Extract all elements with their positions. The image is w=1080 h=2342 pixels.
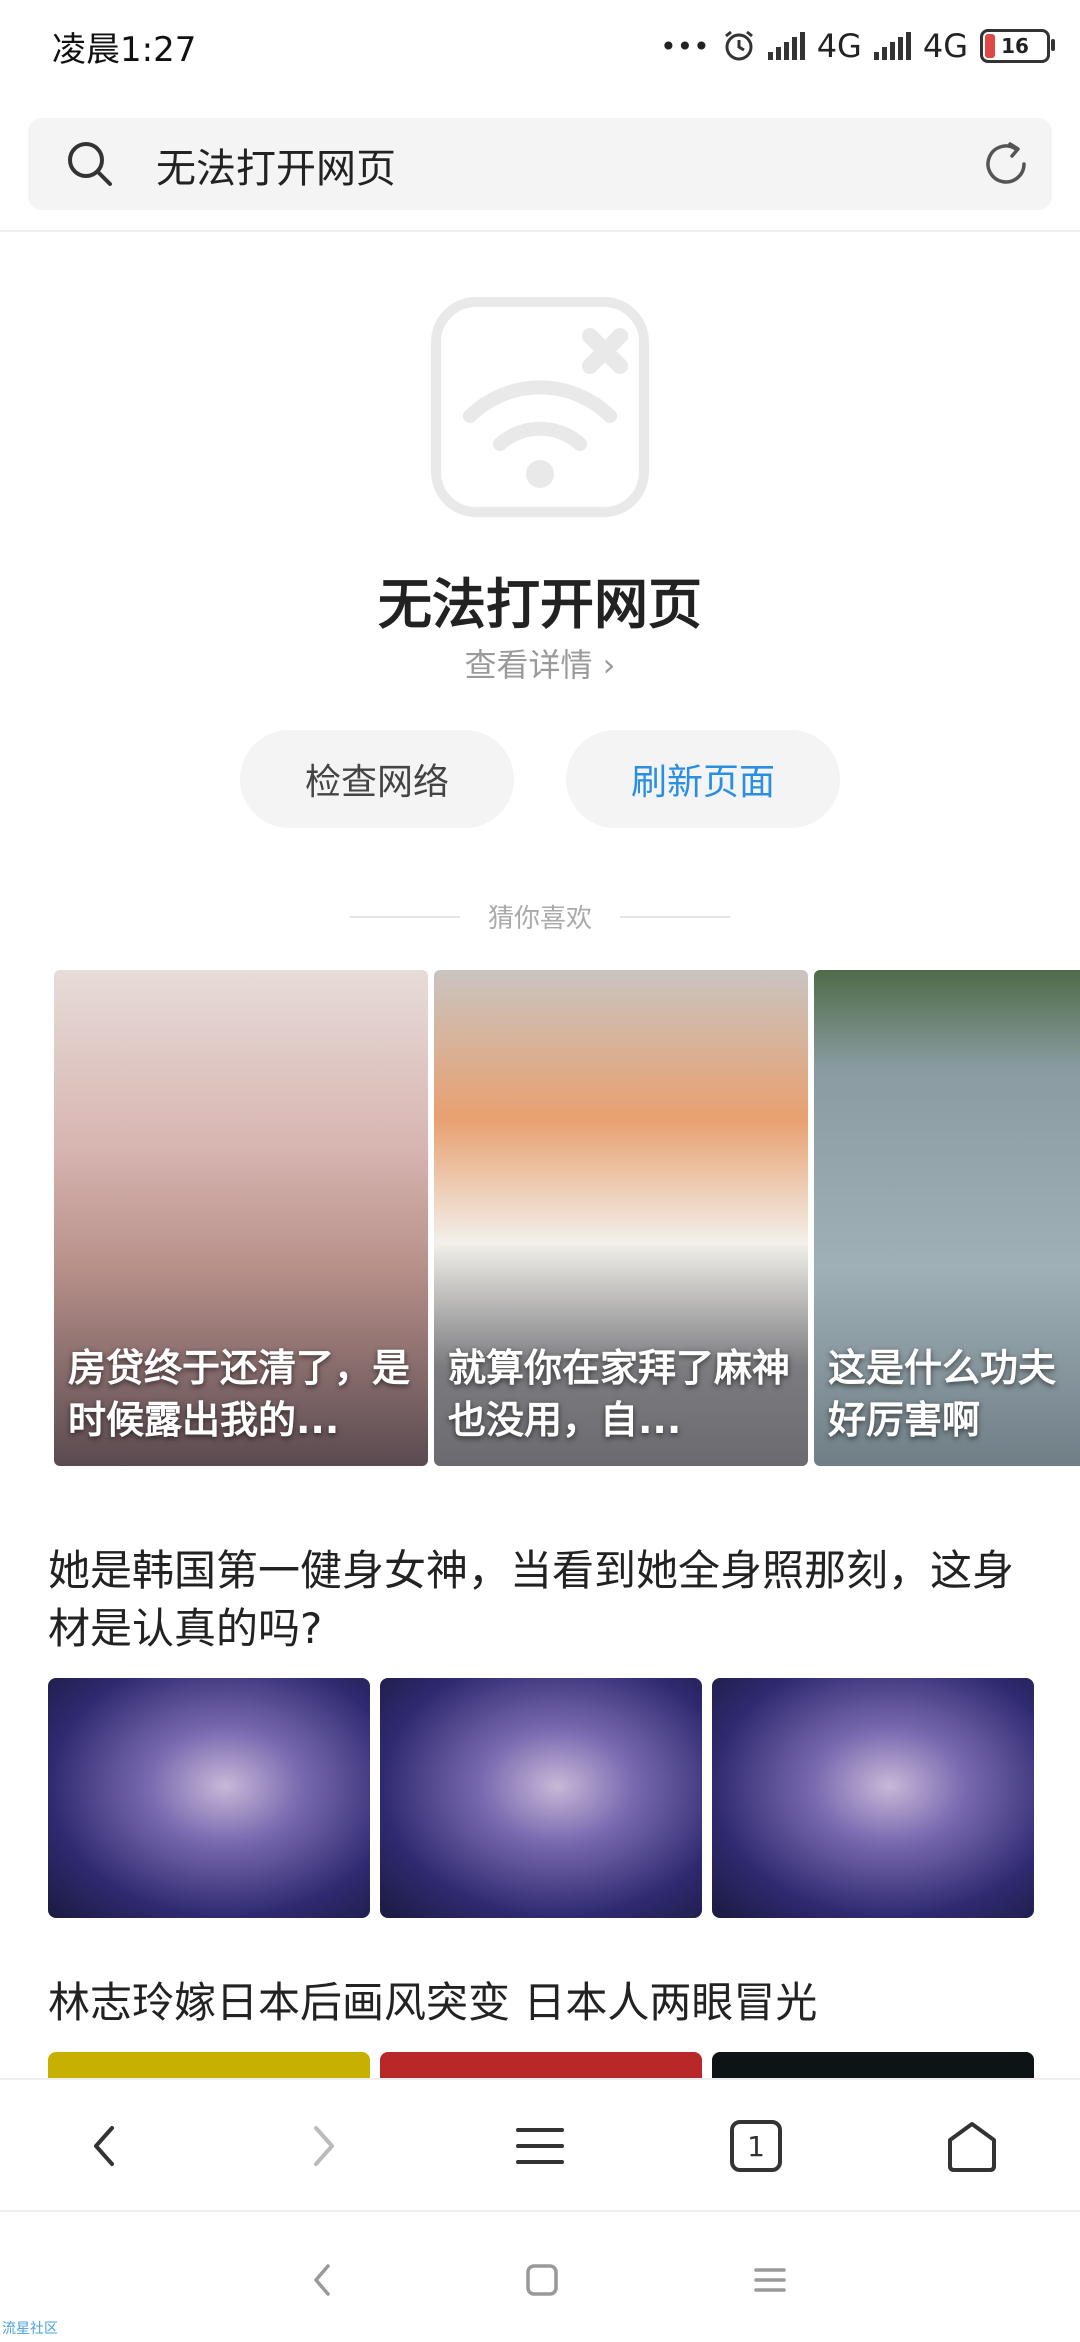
status-icons: ••• 4G 4G 16 (660, 22, 1055, 70)
header-divider (0, 230, 1080, 232)
view-details-link[interactable]: 查看详情 › (0, 640, 1080, 686)
carousel-card[interactable]: 这是什么功夫好厉害啊 (814, 970, 1080, 1466)
refresh-page-button[interactable]: 刷新页面 (566, 730, 840, 828)
divider-line-right (620, 915, 730, 918)
news-title[interactable]: 她是韩国第一健身女神，当看到她全身照那刻，这身材是认真的吗? (48, 1542, 1038, 1658)
news-title[interactable]: 林志玲嫁日本后画风突变 日本人两眼冒光 (48, 1974, 1038, 2032)
more-dots: ••• (660, 29, 710, 63)
signal-icon-2 (873, 32, 911, 60)
news-thumbnails[interactable] (48, 1678, 1034, 1918)
status-bar: 凌晨1:27 ••• 4G 4G 16 (0, 0, 1080, 96)
back-button[interactable] (68, 2108, 144, 2184)
tabs-button[interactable]: 1 (718, 2108, 794, 2184)
status-time: 凌晨1:27 (52, 30, 197, 70)
home-icon (948, 2122, 996, 2172)
carousel-card[interactable]: 房贷终于还清了，是时候露出我的... (54, 970, 428, 1466)
news-thumbnail[interactable] (380, 1678, 702, 1918)
forward-arrow-icon (314, 2126, 334, 2166)
divider-line-left (349, 915, 460, 918)
back-arrow-icon (94, 2126, 114, 2166)
news-thumbnail[interactable] (712, 1678, 1034, 1918)
signal-icon-1 (767, 32, 805, 60)
tab-count: 1 (747, 2129, 765, 2163)
alarm-icon (724, 30, 753, 61)
guess-you-like-label: 猜你喜欢 (487, 904, 592, 934)
news-thumbnail[interactable] (48, 1678, 370, 1918)
news-thumbnail[interactable] (712, 2052, 1034, 2080)
system-home-icon[interactable] (518, 2256, 566, 2304)
network-type-1: 4G (816, 27, 862, 65)
address-bar[interactable] (28, 118, 1052, 210)
carousel-caption: 房贷终于还清了，是时候露出我的... (68, 1346, 411, 1442)
guess-you-like-header: 猜你喜欢 (0, 898, 1080, 935)
error-title: 无法打开网页 (378, 573, 702, 636)
no-network-icon (431, 297, 649, 517)
reload-icon[interactable] (980, 138, 1032, 190)
carousel-card[interactable]: 就算你在家拜了麻神也没用，自... (434, 970, 808, 1466)
news-thumbnail[interactable] (380, 2052, 702, 2080)
battery-level: 16 (1001, 34, 1029, 58)
news-thumbnail[interactable] (48, 2052, 370, 2080)
browser-toolbar: 1 (0, 2078, 1080, 2212)
check-network-button[interactable]: 检查网络 (240, 730, 514, 828)
system-nav-bar: 流星社区 (0, 2210, 1080, 2342)
watermark: 流星社区 (2, 2321, 58, 2337)
home-button[interactable] (934, 2108, 1010, 2184)
network-type-2: 4G (922, 27, 968, 65)
system-recents-icon[interactable] (746, 2256, 794, 2304)
search-icon (68, 142, 112, 186)
carousel-caption: 这是什么功夫好厉害啊 (828, 1346, 1057, 1442)
news-thumbnails[interactable] (48, 2052, 1034, 2080)
url-input[interactable] (154, 134, 978, 196)
menu-button[interactable] (502, 2108, 578, 2184)
system-back-icon[interactable] (298, 2256, 346, 2304)
forward-button[interactable] (284, 2108, 360, 2184)
menu-icon (516, 2128, 564, 2164)
battery-icon: 16 (980, 29, 1055, 63)
carousel-caption: 就算你在家拜了麻神也没用，自... (448, 1346, 791, 1442)
